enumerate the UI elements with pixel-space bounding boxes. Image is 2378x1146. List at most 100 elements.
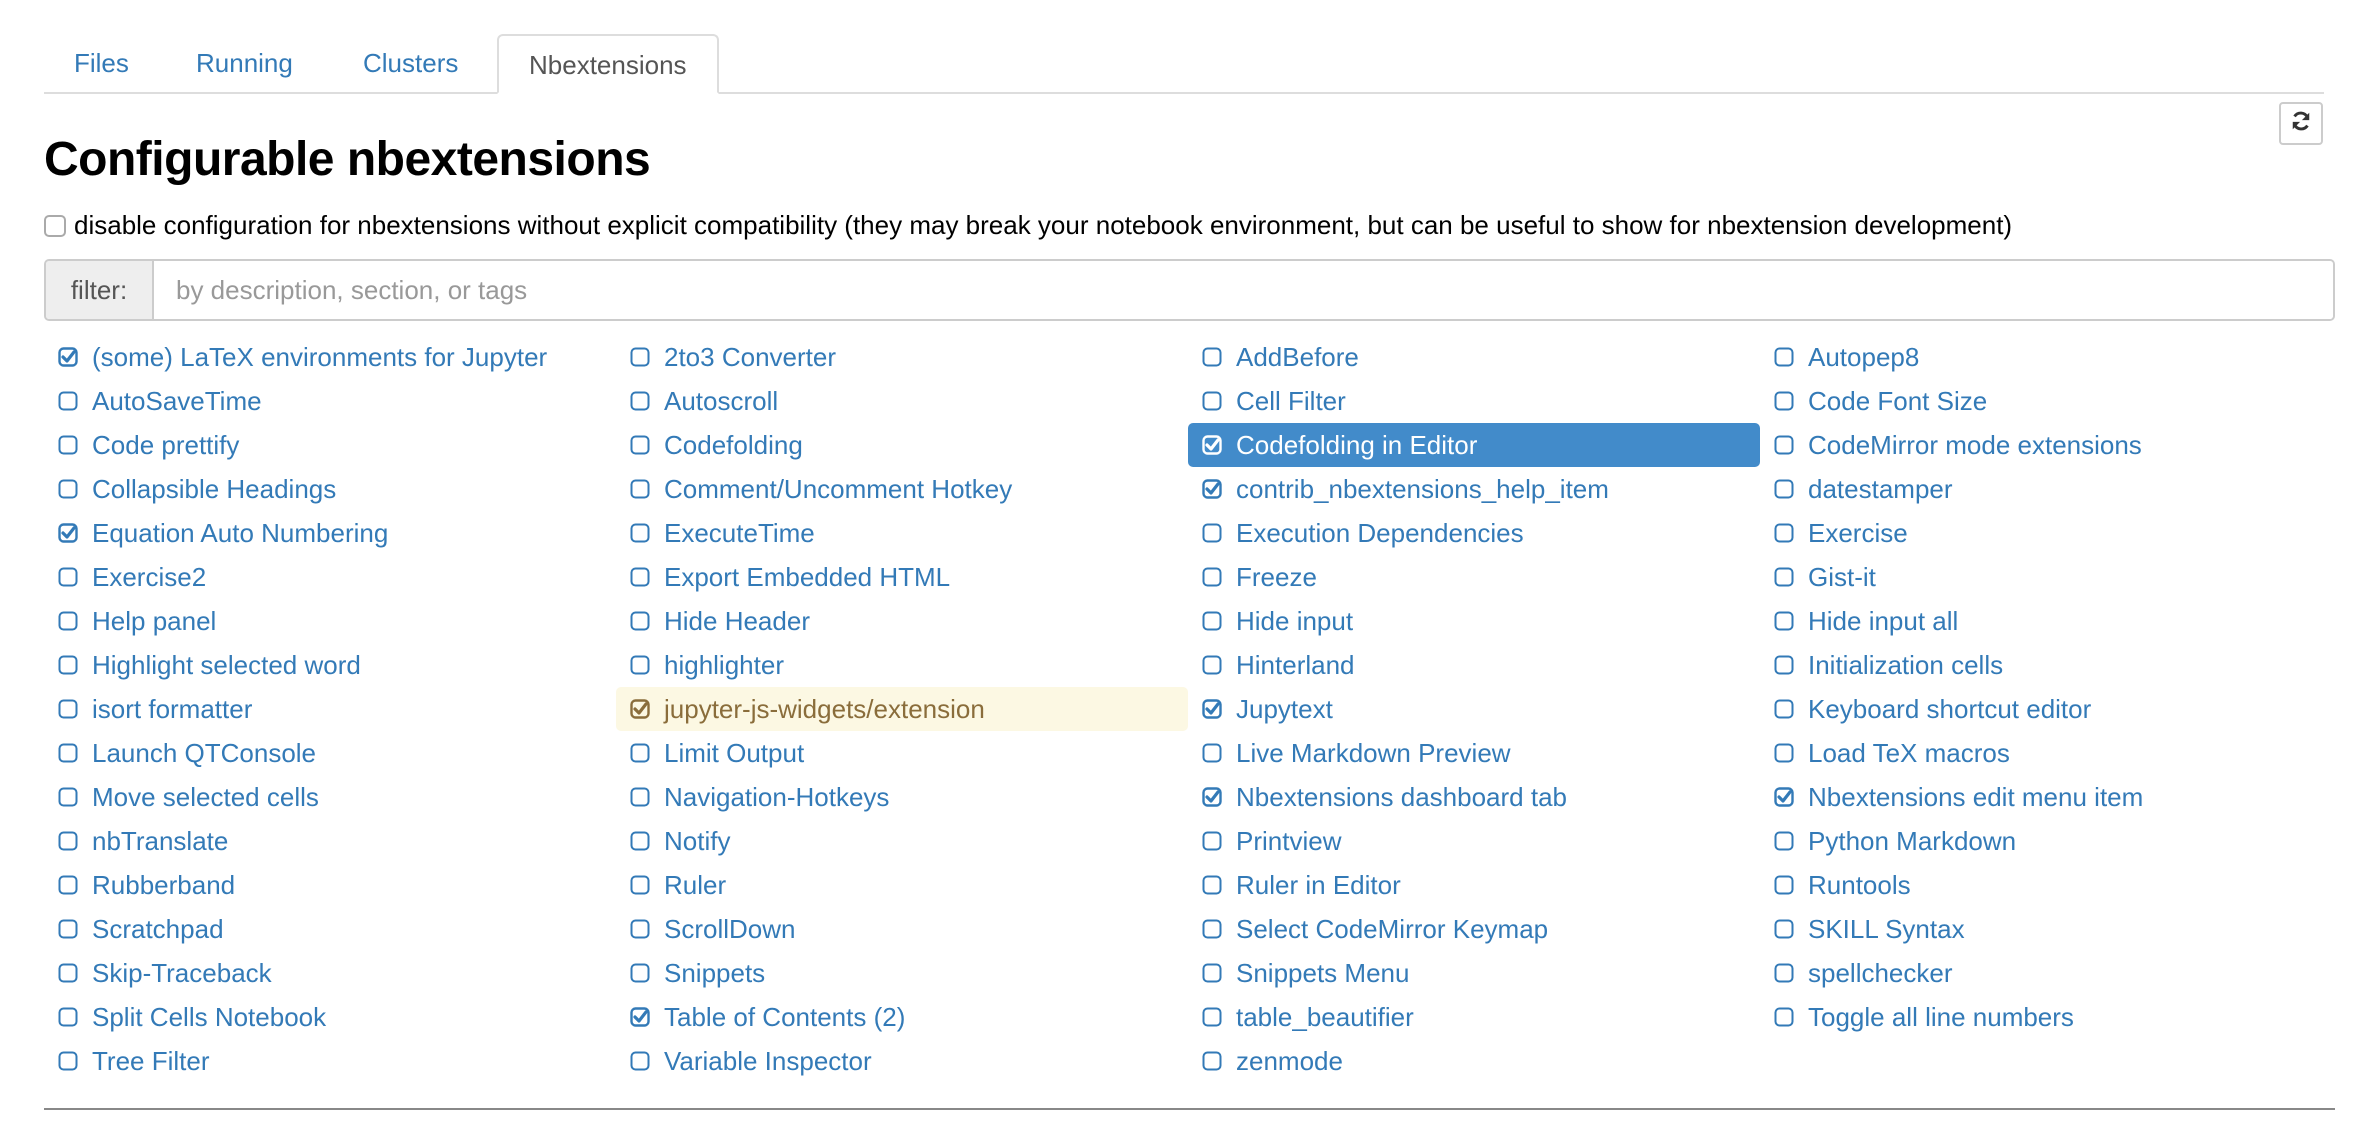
extension-item[interactable]: Equation Auto Numbering — [44, 511, 616, 555]
unchecked-checkbox-icon[interactable] — [58, 787, 92, 807]
extension-item[interactable]: Table of Contents (2) — [616, 995, 1188, 1039]
extension-item[interactable]: SKILL Syntax — [1760, 907, 2332, 951]
unchecked-checkbox-icon[interactable] — [630, 831, 664, 851]
unchecked-checkbox-icon[interactable] — [58, 391, 92, 411]
extension-item[interactable]: Python Markdown — [1760, 819, 2332, 863]
extension-item[interactable]: (some) LaTeX environments for Jupyter — [44, 335, 616, 379]
extension-item[interactable]: Hinterland — [1188, 643, 1760, 687]
unchecked-checkbox-icon[interactable] — [630, 391, 664, 411]
extension-item[interactable]: isort formatter — [44, 687, 616, 731]
unchecked-checkbox-icon[interactable] — [1202, 919, 1236, 939]
filter-input[interactable] — [154, 261, 2333, 319]
unchecked-checkbox-icon[interactable] — [58, 1051, 92, 1071]
unchecked-checkbox-icon[interactable] — [1202, 655, 1236, 675]
unchecked-checkbox-icon[interactable] — [1202, 875, 1236, 895]
extension-item[interactable]: Limit Output — [616, 731, 1188, 775]
unchecked-checkbox-icon[interactable] — [1202, 1007, 1236, 1027]
unchecked-checkbox-icon[interactable] — [1202, 743, 1236, 763]
unchecked-checkbox-icon[interactable] — [1202, 391, 1236, 411]
unchecked-checkbox-icon[interactable] — [630, 347, 664, 367]
extension-item[interactable]: Ruler in Editor — [1188, 863, 1760, 907]
extension-item[interactable]: ScrollDown — [616, 907, 1188, 951]
extension-item[interactable]: Launch QTConsole — [44, 731, 616, 775]
checked-checkbox-icon[interactable] — [58, 347, 92, 367]
extension-item[interactable]: Jupytext — [1188, 687, 1760, 731]
extension-item[interactable]: Autopep8 — [1760, 335, 2332, 379]
extension-item[interactable]: Autoscroll — [616, 379, 1188, 423]
extension-item[interactable]: Comment/Uncomment Hotkey — [616, 467, 1188, 511]
unchecked-checkbox-icon[interactable] — [58, 963, 92, 983]
extension-item[interactable]: CodeMirror mode extensions — [1760, 423, 2332, 467]
extension-item[interactable]: Execution Dependencies — [1188, 511, 1760, 555]
unchecked-checkbox-icon[interactable] — [630, 567, 664, 587]
unchecked-checkbox-icon[interactable] — [58, 611, 92, 631]
unchecked-checkbox-icon[interactable] — [1202, 1051, 1236, 1071]
unchecked-checkbox-icon[interactable] — [58, 655, 92, 675]
unchecked-checkbox-icon[interactable] — [1774, 523, 1808, 543]
extension-item[interactable]: Select CodeMirror Keymap — [1188, 907, 1760, 951]
unchecked-checkbox-icon[interactable] — [1774, 435, 1808, 455]
extension-item[interactable]: Split Cells Notebook — [44, 995, 616, 1039]
extension-item[interactable]: Cell Filter — [1188, 379, 1760, 423]
unchecked-checkbox-icon[interactable] — [630, 523, 664, 543]
unchecked-checkbox-icon[interactable] — [1774, 963, 1808, 983]
unchecked-checkbox-icon[interactable] — [58, 743, 92, 763]
unchecked-checkbox-icon[interactable] — [630, 743, 664, 763]
extension-item[interactable]: Variable Inspector — [616, 1039, 1188, 1083]
extension-item[interactable]: Ruler — [616, 863, 1188, 907]
unchecked-checkbox-icon[interactable] — [630, 875, 664, 895]
extension-item[interactable]: Live Markdown Preview — [1188, 731, 1760, 775]
unchecked-checkbox-icon[interactable] — [1202, 611, 1236, 631]
extension-item[interactable]: contrib_nbextensions_help_item — [1188, 467, 1760, 511]
unchecked-checkbox-icon[interactable] — [1774, 919, 1808, 939]
extension-item[interactable]: Nbextensions edit menu item — [1760, 775, 2332, 819]
tab-nbextensions[interactable]: Nbextensions — [497, 34, 719, 94]
unchecked-checkbox-icon[interactable] — [1774, 347, 1808, 367]
extension-item[interactable]: Move selected cells — [44, 775, 616, 819]
extension-item[interactable]: Code Font Size — [1760, 379, 2332, 423]
unchecked-checkbox-icon[interactable] — [1202, 567, 1236, 587]
extension-item[interactable]: Snippets Menu — [1188, 951, 1760, 995]
unchecked-checkbox-icon[interactable] — [630, 435, 664, 455]
extension-item[interactable]: Exercise — [1760, 511, 2332, 555]
tab-running[interactable]: Running — [166, 34, 323, 92]
extension-item[interactable]: Exercise2 — [44, 555, 616, 599]
extension-item[interactable]: AutoSaveTime — [44, 379, 616, 423]
extension-item[interactable]: Rubberband — [44, 863, 616, 907]
extension-item[interactable]: Gist-it — [1760, 555, 2332, 599]
unchecked-checkbox-icon[interactable] — [58, 567, 92, 587]
unchecked-checkbox-icon[interactable] — [58, 479, 92, 499]
unchecked-checkbox-icon[interactable] — [1774, 479, 1808, 499]
extension-item[interactable]: highlighter — [616, 643, 1188, 687]
unchecked-checkbox-icon[interactable] — [630, 655, 664, 675]
checked-checkbox-icon[interactable] — [1202, 435, 1236, 455]
unchecked-checkbox-icon[interactable] — [1774, 1007, 1808, 1027]
unchecked-checkbox-icon[interactable] — [1774, 875, 1808, 895]
extension-item[interactable]: Scratchpad — [44, 907, 616, 951]
unchecked-checkbox-icon[interactable] — [1202, 347, 1236, 367]
unchecked-checkbox-icon[interactable] — [630, 1051, 664, 1071]
checked-checkbox-icon[interactable] — [630, 699, 664, 719]
extension-item[interactable]: Snippets — [616, 951, 1188, 995]
extension-item[interactable]: Code prettify — [44, 423, 616, 467]
extension-item[interactable]: Export Embedded HTML — [616, 555, 1188, 599]
extension-item[interactable]: Runtools — [1760, 863, 2332, 907]
extension-item[interactable]: Hide input — [1188, 599, 1760, 643]
checked-checkbox-icon[interactable] — [1202, 479, 1236, 499]
extension-item[interactable]: Printview — [1188, 819, 1760, 863]
extension-item[interactable]: Codefolding in Editor — [1188, 423, 1760, 467]
unchecked-checkbox-icon[interactable] — [1774, 611, 1808, 631]
extension-item[interactable]: ExecuteTime — [616, 511, 1188, 555]
unchecked-checkbox-icon[interactable] — [1202, 523, 1236, 543]
checked-checkbox-icon[interactable] — [630, 1007, 664, 1027]
checked-checkbox-icon[interactable] — [1202, 787, 1236, 807]
extension-item[interactable]: Collapsible Headings — [44, 467, 616, 511]
extension-item[interactable]: Nbextensions dashboard tab — [1188, 775, 1760, 819]
extension-item[interactable]: spellchecker — [1760, 951, 2332, 995]
extension-item[interactable]: Load TeX macros — [1760, 731, 2332, 775]
extension-item[interactable]: Freeze — [1188, 555, 1760, 599]
extension-item[interactable]: Navigation-Hotkeys — [616, 775, 1188, 819]
extension-item[interactable]: Initialization cells — [1760, 643, 2332, 687]
unchecked-checkbox-icon[interactable] — [1202, 963, 1236, 983]
extension-item[interactable]: Keyboard shortcut editor — [1760, 687, 2332, 731]
